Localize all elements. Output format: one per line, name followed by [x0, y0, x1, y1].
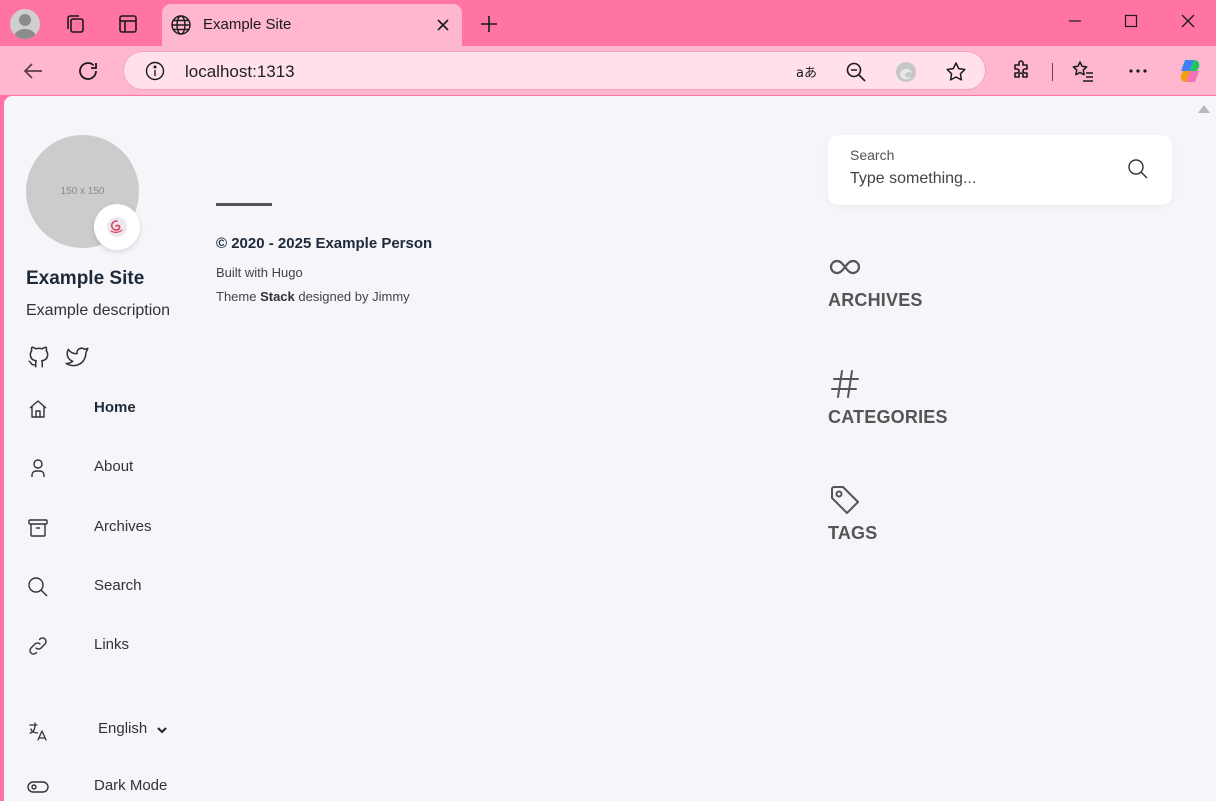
close-tab-icon[interactable] — [432, 14, 454, 36]
toolbar-divider — [1052, 63, 1053, 81]
hash-icon — [828, 367, 862, 401]
menu-item-archives[interactable]: Archives — [26, 513, 206, 543]
widget-archives: ARCHIVES — [828, 250, 1028, 320]
svg-text:aあ: aあ — [796, 66, 817, 81]
built-with-text[interactable]: Built with Hugo — [216, 265, 303, 280]
minimize-icon[interactable] — [1055, 6, 1095, 36]
address-url[interactable]: localhost:1313 — [185, 62, 295, 82]
home-icon — [26, 397, 50, 421]
tab-title: Example Site — [203, 16, 292, 33]
page-viewport: 150 x 150 Example Site Example descripti… — [4, 96, 1216, 801]
copilot-icon[interactable] — [1175, 56, 1205, 86]
github-icon[interactable] — [26, 344, 52, 370]
widget-title: CATEGORIES — [828, 407, 948, 427]
menu-label: Links — [94, 636, 130, 653]
maximize-icon[interactable] — [1111, 6, 1151, 36]
dark-mode-toggle[interactable]: Dark Mode — [26, 772, 206, 801]
infinity-icon — [828, 250, 862, 284]
extensions-puzzle-icon[interactable] — [1007, 56, 1037, 86]
menu-item-about[interactable]: About — [26, 453, 206, 483]
site-info-icon[interactable] — [144, 60, 166, 82]
tab-actions-icon[interactable] — [113, 9, 143, 39]
footer-divider — [216, 203, 272, 206]
site-description: Example description — [26, 302, 171, 319]
menu-item-home[interactable]: Home — [26, 394, 206, 424]
theme-name-link[interactable]: Stack — [260, 289, 295, 304]
theme-suffix: designed by Jimmy — [294, 289, 410, 304]
search-form: Search — [828, 135, 1172, 205]
favorites-icon[interactable] — [1068, 56, 1098, 86]
language-selected: English — [98, 720, 148, 737]
link-icon — [26, 634, 50, 658]
cyclone-icon — [107, 217, 127, 237]
menu-label: Home — [94, 399, 136, 416]
search-submit-icon[interactable] — [1126, 157, 1150, 181]
widget-title: ARCHIVES — [828, 290, 923, 310]
emoji-badge — [94, 204, 140, 250]
menu-item-search[interactable]: Search — [26, 572, 206, 602]
menu-item-links[interactable]: Links — [26, 631, 206, 661]
favorite-star-icon[interactable] — [943, 59, 969, 85]
chevron-down-icon — [156, 723, 168, 740]
language-select[interactable]: English — [98, 720, 178, 744]
widget-tags: TAGS — [828, 483, 1028, 553]
twitter-icon[interactable] — [64, 344, 90, 370]
toggle-icon — [26, 775, 50, 799]
user-icon — [26, 456, 50, 480]
zoom-out-icon[interactable] — [843, 59, 869, 85]
archive-icon — [26, 516, 50, 540]
edge-extension-icon[interactable] — [893, 59, 919, 85]
menu-label: About — [94, 458, 134, 475]
theme-credit: Theme Stack designed by Jimmy — [216, 289, 410, 304]
title-bar: Example Site — [0, 0, 1216, 46]
theme-prefix: Theme — [216, 289, 261, 304]
read-aloud-icon[interactable]: aあ — [794, 59, 820, 85]
globe-icon — [170, 14, 192, 36]
browser-toolbar: localhost:1313 aあ — [0, 46, 1216, 95]
search-label: Search — [850, 147, 895, 163]
dark-mode-label: Dark Mode — [94, 777, 168, 794]
built-with: Built with Hugo — [216, 265, 303, 280]
window-close-icon[interactable] — [1168, 6, 1208, 36]
tag-icon — [828, 483, 862, 517]
new-tab-icon[interactable] — [476, 11, 502, 37]
workspaces-icon[interactable] — [60, 9, 90, 39]
address-bar[interactable]: localhost:1313 aあ — [123, 51, 986, 90]
avatar-placeholder-text: 150 x 150 — [60, 186, 105, 197]
back-arrow-icon[interactable] — [18, 56, 48, 86]
language-icon — [26, 720, 50, 744]
profile-avatar-icon[interactable] — [10, 9, 40, 39]
copyright: © 2020 - 2025 Example Person — [216, 235, 433, 252]
scroll-up-arrow-icon[interactable] — [1198, 105, 1210, 113]
widget-title: TAGS — [828, 523, 878, 543]
widget-categories: CATEGORIES — [828, 367, 1028, 437]
search-icon — [26, 575, 50, 599]
browser-tab[interactable]: Example Site — [162, 4, 462, 46]
more-options-icon[interactable] — [1123, 56, 1153, 86]
search-input[interactable] — [850, 167, 1110, 191]
menu-label: Archives — [94, 518, 152, 535]
refresh-icon[interactable] — [73, 56, 103, 86]
site-name[interactable]: Example Site — [26, 268, 144, 290]
menu-label: Search — [94, 577, 142, 594]
